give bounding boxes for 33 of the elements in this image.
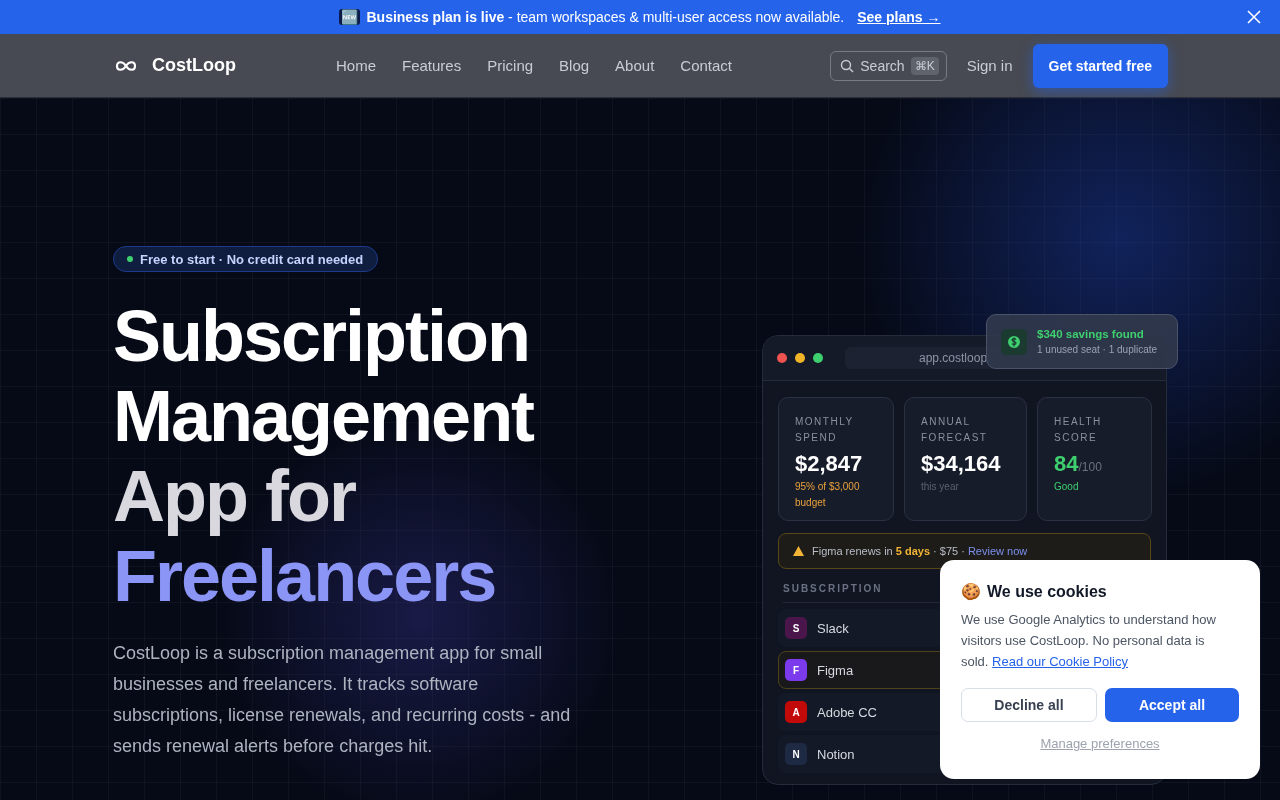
announcement-text: Business plan is live - team workspaces & multi-user access now available. — [366, 9, 845, 25]
stat-label: MONTHLY SPEND — [795, 415, 855, 445]
stat-label: ANNUAL FORECAST — [921, 415, 989, 445]
stat-value: 84/100 — [1054, 451, 1103, 477]
cookie-text: We use Google Analytics to understand how visitors use CostLoop. No personal data is sold. Read our Cookie Policy — [961, 611, 1217, 671]
hero-title-line: App for — [113, 456, 357, 536]
hero-title-line: Subscription — [113, 296, 530, 376]
subscription-name: Adobe CC — [817, 704, 877, 720]
stat-note: this year — [921, 480, 960, 494]
savings-title: $340 savings found — [1037, 328, 1145, 340]
hero-title-accent: Freelancers — [113, 536, 497, 616]
app-initial-icon: N — [785, 743, 807, 765]
hero-title-line: Management — [113, 376, 535, 456]
alert-text: Figma renews in 5 days · $75 · Review now — [812, 545, 1028, 557]
pill-text: Free to start · No credit card needed — [140, 251, 364, 267]
new-badge-icon: 🆕 — [339, 9, 361, 25]
subscription-name: Slack — [817, 620, 849, 636]
subscription-name: Figma — [817, 662, 854, 678]
stat-value: $34,164 — [921, 451, 1002, 477]
shortcut-key: ⌘K — [910, 56, 939, 75]
app-initial-icon: F — [785, 659, 807, 681]
app-initial-icon: S — [785, 617, 807, 639]
cookie-icon: 🍪 — [961, 582, 981, 601]
subscription-name: Notion — [817, 746, 855, 762]
search-placeholder: Search — [860, 57, 905, 74]
stat-note: Good — [1054, 480, 1080, 494]
app-initial-icon: A — [785, 701, 807, 723]
stat-value: $2,847 — [795, 451, 864, 477]
cookie-title: We use cookies — [987, 582, 1107, 601]
stat-note: 95% of $3,000 budget — [795, 480, 861, 510]
stat-label: HEALTH SCORE — [1054, 415, 1103, 445]
hero-description: CostLoop is a subscription management app for small businesses and freelancers. It tracks software subscriptions, license renewals, and recurring costs - and sends renewal alerts before charges hit. — [113, 642, 572, 758]
savings-detail: 1 unused seat · 1 duplicate — [1037, 344, 1158, 355]
